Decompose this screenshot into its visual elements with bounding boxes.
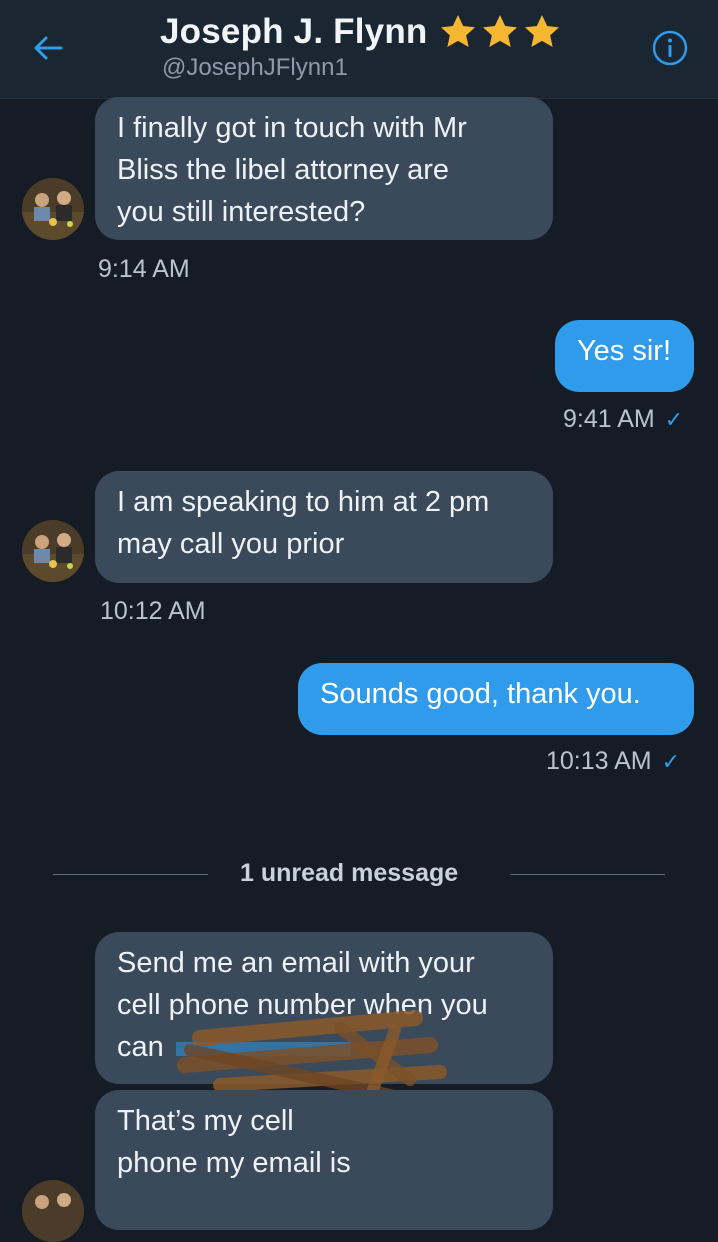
read-check-icon: ✓ — [664, 407, 684, 432]
outgoing-message-bubble[interactable]: Sounds good, thank you. — [298, 663, 694, 735]
back-button[interactable] — [28, 28, 68, 68]
message-timestamp: 10:12 AM — [100, 597, 206, 625]
avatar[interactable] — [22, 178, 84, 240]
message-timestamp: 9:41 AM — [563, 405, 655, 433]
message-timestamp-row: 9:41 AM ✓ — [563, 405, 683, 434]
contact-handle: @JosephJFlynn1 — [162, 54, 348, 81]
message-text-line: That’s my cell — [117, 1105, 294, 1137]
message-text-line: you still interested? — [117, 196, 366, 228]
message-timestamp-row: 10:13 AM ✓ — [546, 747, 680, 776]
unread-divider-label: 1 unread message — [240, 859, 459, 887]
avatar[interactable] — [22, 1180, 84, 1242]
avatar-photo — [22, 178, 84, 240]
star-icon — [440, 15, 475, 47]
message-text-line: I am speaking to him at 2 pm — [117, 486, 490, 518]
incoming-message-bubble[interactable]: I finally got in touch with Mr Bliss the… — [95, 97, 553, 240]
read-check-icon: ✓ — [661, 749, 681, 774]
message-text-line: phone my email is — [117, 1147, 351, 1179]
back-arrow-icon — [34, 36, 63, 60]
message-text: Yes sir! — [577, 335, 672, 367]
outgoing-message-bubble[interactable]: Yes sir! — [555, 320, 694, 392]
contact-name: Joseph J. Flynn — [160, 12, 428, 51]
star-icon — [524, 15, 559, 47]
header-title[interactable]: Joseph J. Flynn @JosephJFlynn1 — [160, 12, 562, 82]
star-icon — [482, 15, 517, 47]
info-icon — [652, 30, 688, 66]
incoming-message-bubble[interactable]: I am speaking to him at 2 pm may call yo… — [95, 471, 553, 583]
divider-line — [510, 874, 665, 875]
conversation-header: Joseph J. Flynn @JosephJFlynn1 — [0, 0, 718, 99]
message-text-line: may call you prior — [117, 528, 345, 560]
message-timestamp: 10:13 AM — [546, 747, 652, 775]
message-text-line: Bliss the libel attorney are — [117, 154, 450, 186]
message-timestamp: 9:14 AM — [98, 255, 190, 283]
info-button[interactable] — [652, 30, 688, 66]
star-rating — [438, 12, 562, 52]
avatar-photo — [22, 1180, 84, 1242]
avatar-photo — [22, 520, 84, 582]
message-text-line: Send me an email with your — [117, 947, 475, 979]
message-text-line: I finally got in touch with Mr — [117, 112, 467, 144]
avatar[interactable] — [22, 520, 84, 582]
incoming-message-bubble[interactable]: That’s my cell phone my email is — [95, 1090, 553, 1230]
message-text: Sounds good, thank you. — [320, 678, 641, 710]
divider-line — [53, 874, 208, 875]
